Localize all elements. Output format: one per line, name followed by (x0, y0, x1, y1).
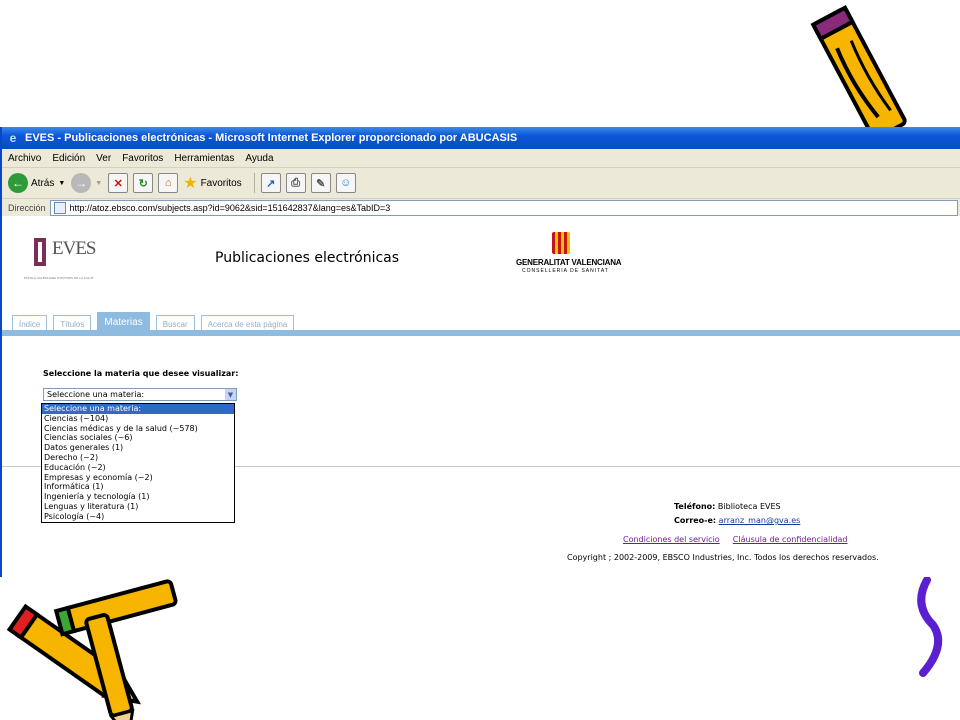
address-label: Dirección (8, 203, 46, 213)
tab-materias[interactable]: Materias (97, 312, 150, 332)
copyright: Copyright ; 2002-2009, EBSCO Industries,… (567, 553, 879, 562)
menu-archivo[interactable]: Archivo (8, 153, 41, 164)
footer-phone: Teléfono: Biblioteca EVES (674, 502, 781, 511)
subject-option[interactable]: Lenguas y literatura (1) (42, 502, 234, 512)
eves-logo-subtext: ESCOLA VALENCIANA D'ESTUDIS DE LA SALUT (24, 276, 94, 280)
subject-option[interactable]: Empresas y economía (~2) (42, 473, 234, 483)
menu-favoritos[interactable]: Favoritos (122, 153, 163, 164)
subject-select[interactable]: Seleccione una materia: ▼ (43, 388, 237, 401)
menu-edicion[interactable]: Edición (52, 153, 85, 164)
subject-prompt: Seleccione la materia que desee visualiz… (43, 369, 239, 378)
address-input[interactable]: http://atoz.ebsco.com/subjects.asp?id=90… (49, 200, 958, 216)
home-icon[interactable]: ⌂ (158, 173, 179, 193)
back-dropdown-icon[interactable]: ▼ (58, 180, 65, 187)
email-label: Correo-e: (674, 516, 717, 525)
ie-icon: e (9, 131, 17, 145)
favorites-icon: ★ (183, 175, 198, 192)
subject-option[interactable]: Informática (1) (42, 482, 234, 492)
squiggle-clipart (917, 576, 943, 677)
messenger-icon[interactable]: ☺ (335, 173, 356, 193)
forward-icon: → (71, 173, 92, 193)
browser-toolbar: ← Atrás ▼ → ▼ ✕ ↻ ⌂ ★ Favoritos ↗ ⎙ ✎ ☺ (2, 168, 960, 199)
subject-option[interactable]: Datos generales (1) (42, 443, 234, 453)
back-label: Atrás (31, 177, 55, 189)
phone-value: Biblioteca EVES (717, 502, 781, 511)
gva-logo: GENERALITAT VALENCIANA CONSELLERIA DE SA… (512, 229, 622, 279)
subject-select-value: Seleccione una materia: (47, 390, 145, 399)
stop-icon[interactable]: ✕ (108, 173, 129, 193)
footer-email: Correo-e: arranz_man@gva.es (674, 516, 800, 525)
favorites-label: Favoritos (200, 177, 242, 189)
print-icon[interactable]: ⎙ (285, 173, 306, 193)
gva-crest-icon (552, 232, 570, 254)
menu-ayuda[interactable]: Ayuda (245, 153, 273, 164)
edit-icon[interactable]: ✎ (310, 173, 331, 193)
tab-underline (2, 330, 960, 336)
page-icon (53, 202, 66, 214)
tab-bar: Índice Títulos Materias Buscar Acerca de… (12, 312, 300, 332)
eves-logo-text: EVES (52, 238, 96, 259)
privacy-link[interactable]: Cláusula de confidencialidad (733, 535, 848, 544)
subject-option[interactable]: Seleccione una materia: (42, 404, 234, 414)
forward-button[interactable]: → ▼ (71, 173, 102, 193)
favorites-button[interactable]: ★ Favoritos (183, 173, 241, 193)
window-titlebar[interactable]: e EVES - Publicaciones electrónicas - Mi… (2, 127, 960, 149)
forward-dropdown-icon[interactable]: ▼ (95, 180, 102, 187)
eves-logo: EVES ESCOLA VALENCIANA D'ESTUDIS DE LA S… (12, 230, 112, 280)
history-icon[interactable]: ↗ (260, 173, 281, 193)
page-heading: Publicaciones electrónicas (215, 250, 400, 266)
menu-herramientas[interactable]: Herramientas (174, 153, 234, 164)
window-title: EVES - Publicaciones electrónicas - Micr… (25, 132, 518, 144)
subject-option[interactable]: Psicología (~4) (42, 512, 234, 522)
subject-dropdown-list: Seleccione una materia: Ciencias (~104) … (41, 403, 235, 523)
eves-mark-icon (34, 238, 46, 266)
subject-option[interactable]: Ingeniería y tecnología (1) (42, 492, 234, 502)
back-icon: ← (8, 173, 28, 193)
gva-name: GENERALITAT VALENCIANA (516, 258, 622, 267)
pencil-clipart-top (810, 5, 907, 140)
phone-label: Teléfono: (674, 502, 716, 511)
chevron-down-icon[interactable]: ▼ (225, 389, 236, 400)
subject-option[interactable]: Ciencias sociales (~6) (42, 433, 234, 443)
subject-option[interactable]: Educación (~2) (42, 463, 234, 473)
subject-option[interactable]: Derecho (~2) (42, 453, 234, 463)
subject-option[interactable]: Ciencias médicas y de la salud (~578) (42, 424, 234, 434)
gva-subtitle: CONSELLERIA DE SANITAT (522, 268, 609, 274)
toolbar-separator (253, 173, 255, 193)
menu-bar: Archivo Edición Ver Favoritos Herramient… (2, 149, 960, 168)
menu-ver[interactable]: Ver (96, 153, 111, 164)
refresh-icon[interactable]: ↻ (133, 173, 154, 193)
email-link[interactable]: arranz_man@gva.es (719, 516, 801, 525)
back-button[interactable]: ← Atrás ▼ (8, 173, 65, 193)
terms-link[interactable]: Condiciones del servicio (623, 535, 720, 544)
subject-option[interactable]: Ciencias (~104) (42, 414, 234, 424)
footer-links: Condiciones del servicio Cláusula de con… (623, 535, 848, 544)
pencils-clipart-bottom (6, 579, 178, 720)
address-url: http://atoz.ebsco.com/subjects.asp?id=90… (69, 203, 391, 213)
